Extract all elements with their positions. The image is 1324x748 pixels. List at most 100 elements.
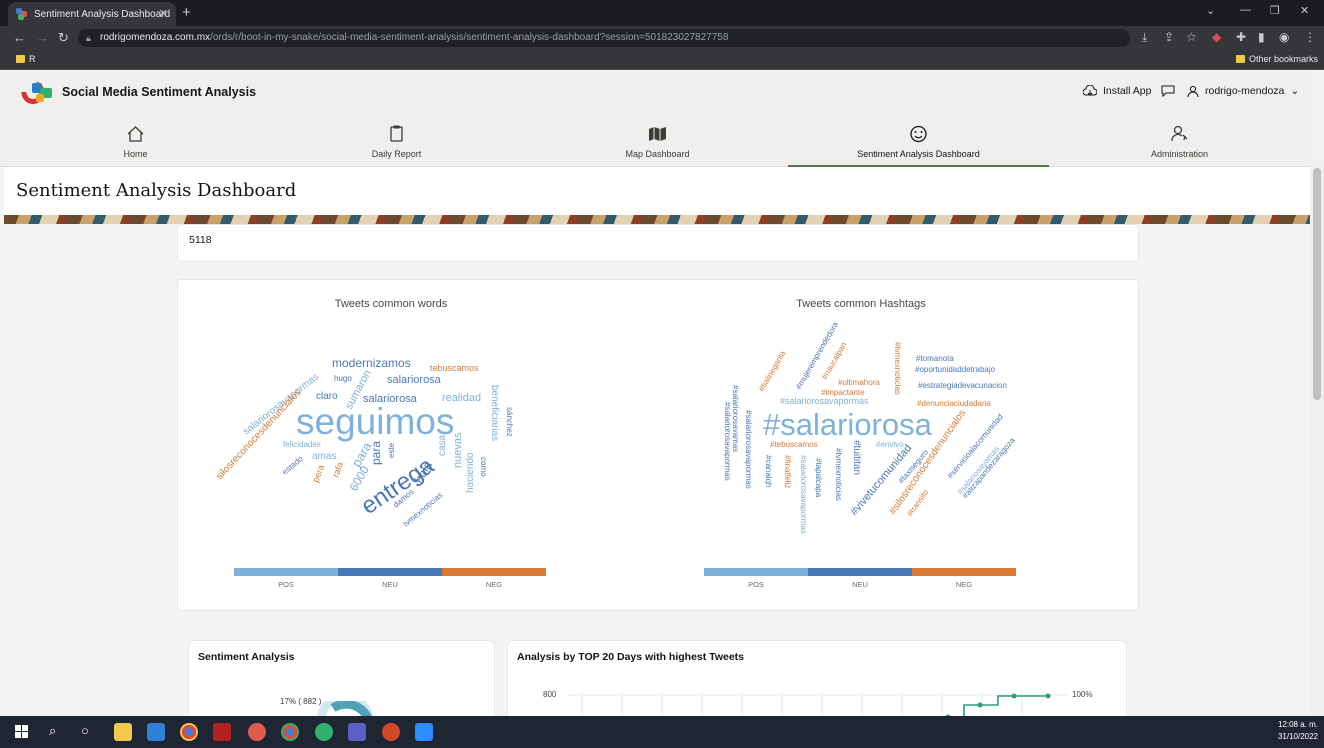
data-point (977, 702, 983, 708)
cloud-word: #tvmexnoticias (893, 342, 902, 395)
y-axis-tick: 800 (543, 690, 557, 699)
cloud-word: haciendo (465, 452, 476, 493)
chrome-profile-icon[interactable] (248, 723, 266, 741)
mail-icon[interactable] (147, 723, 165, 741)
url-field[interactable]: 🔒︎ rodrigomendoza.com.mx/ords/r/boot-in-… (78, 29, 1130, 47)
nav-item-daily-report[interactable]: Daily Report (266, 111, 527, 167)
chrome-icon[interactable] (281, 723, 299, 741)
cloud-word: #salariorosa (763, 407, 933, 442)
chevron-down-icon: ⌄ (1290, 85, 1300, 97)
install-app-button[interactable]: Install App (1083, 85, 1151, 97)
cloud-word: modernizamos (332, 356, 411, 370)
search-icon[interactable]: ⌕ (49, 723, 56, 739)
user-menu-button[interactable]: rodrigo-mendoza ⌄ (1187, 85, 1299, 97)
nav-item-home[interactable]: Home (5, 111, 266, 167)
sidepanel-icon[interactable]: ▮ (1258, 30, 1265, 44)
browser-tab-title: Sentiment Analysis Dashboard (34, 8, 171, 20)
whatsapp-icon[interactable] (315, 723, 333, 741)
extension-icon[interactable]: ◆ (1212, 30, 1221, 44)
file-explorer-icon[interactable] (114, 723, 132, 741)
words-cloud-title: Tweets common words (334, 298, 448, 310)
legend-pos-label: POS (748, 580, 764, 589)
bookmark-star-icon[interactable]: ☆ (1186, 30, 1197, 44)
close-tab-icon[interactable]: ✕ (159, 7, 168, 20)
cloud-word: este (387, 442, 396, 458)
tweets-count-card: 5118 (177, 224, 1139, 262)
legend-neg-swatch (442, 568, 546, 576)
profile-avatar-icon[interactable]: ◉ (1279, 30, 1289, 44)
puzzle-icon[interactable]: ✚ (1236, 30, 1246, 44)
cloud-word: pera (310, 463, 326, 483)
forward-icon[interactable]: → (36, 30, 49, 45)
data-point (1011, 693, 1017, 699)
nav-item-sentiment-dashboard[interactable]: Sentiment Analysis Dashboard (788, 111, 1049, 167)
minimize-icon[interactable]: — (1240, 4, 1251, 16)
browser-tab[interactable]: Sentiment Analysis Dashboard ✕ (8, 2, 176, 26)
user-gear-icon (1171, 125, 1188, 142)
chat-icon[interactable] (1161, 85, 1175, 97)
reload-icon[interactable]: ↻ (58, 30, 69, 46)
main-navigation: Home Daily Report Map Dashboard Sentimen… (0, 111, 1312, 167)
cloud-word: #salariorosavapormas (723, 402, 732, 481)
cloud-word: #denunciaciudadana (917, 399, 991, 408)
restore-icon[interactable]: ❐ (1270, 4, 1280, 17)
chevron-down-icon[interactable]: ⌄ (1206, 4, 1215, 17)
lock-icon: 🔒︎ (86, 33, 91, 43)
other-bookmarks-label: Other bookmarks (1249, 54, 1319, 64)
cloud-word: nuevas (452, 432, 464, 468)
user-icon (1187, 85, 1199, 97)
app-header: Social Media Sentiment Analysis Install … (0, 71, 1312, 111)
legend-pos-label: POS (278, 580, 294, 589)
cloud-word: #canalqh (764, 455, 773, 487)
chrome-icon[interactable] (180, 723, 198, 741)
zoom-icon[interactable] (415, 723, 433, 741)
cloud-word: sánchez (505, 407, 514, 437)
data-point (1045, 693, 1051, 699)
top20-days-title: Analysis by TOP 20 Days with highest Twe… (517, 651, 744, 663)
cloud-word: #oportunidaddetrabajo (915, 365, 996, 374)
nav-item-map-dashboard[interactable]: Map Dashboard (527, 111, 788, 167)
cloud-word: #ultimahora (838, 378, 880, 387)
cloud-word: amas (312, 451, 336, 462)
legend-neu-label: NEU (852, 580, 868, 589)
nav-label: Map Dashboard (625, 149, 690, 159)
word-clouds-card: Tweets common words Tweets common Hashta… (177, 279, 1139, 611)
user-name: rodrigo-mendoza (1205, 85, 1285, 97)
back-icon[interactable]: ← (13, 30, 26, 45)
bookmark-folder-label: R (29, 54, 36, 64)
cloud-word: casa (437, 434, 448, 456)
cloud-download-icon (1083, 85, 1097, 96)
hashtags-legend-labels: POS NEU NEG (704, 580, 1016, 589)
cloud-word: realidad (442, 392, 481, 404)
cloud-word: claro (316, 391, 338, 402)
url-host: rodrigomendoza.com.mx (100, 32, 211, 43)
window-close-icon[interactable]: ✕ (1300, 4, 1309, 17)
words-legend-labels: POS NEU NEG (234, 580, 546, 589)
scrollbar-thumb[interactable] (1313, 168, 1321, 400)
new-tab-icon[interactable]: + (182, 4, 191, 21)
bookmark-folder-r[interactable]: R (16, 54, 36, 64)
other-bookmarks[interactable]: Other bookmarks (1236, 54, 1318, 64)
task-view-icon[interactable]: ○ (81, 723, 89, 738)
app-icon[interactable] (213, 723, 231, 741)
cloud-word: #estrategiadevacunacion (918, 381, 1007, 390)
nav-label: Home (123, 149, 148, 159)
cloud-word: #finalfeliz (783, 455, 792, 488)
windows-start-icon[interactable] (15, 725, 28, 738)
system-clock[interactable]: 12:08 a. m. 31/10/2022 (1278, 719, 1318, 743)
nav-item-administration[interactable]: Administration (1049, 111, 1310, 167)
teams-icon[interactable] (348, 723, 366, 741)
legend-neu-swatch (338, 568, 442, 576)
menu-kebab-icon[interactable]: ⋮ (1304, 30, 1316, 44)
nav-label: Daily Report (371, 149, 422, 159)
app-logo-icon[interactable] (16, 79, 56, 105)
cloud-word: #tuititan (851, 440, 862, 475)
cloud-word: rafa (330, 461, 345, 479)
powerpoint-icon[interactable] (382, 723, 400, 741)
os-taskbar: ⌕ ○ 12:08 a. m. 31/10/2022 (0, 716, 1324, 748)
cloud-word: #tialinegarita (757, 349, 788, 393)
app-title[interactable]: Social Media Sentiment Analysis (62, 85, 256, 99)
install-icon[interactable]: ⤓ (1142, 30, 1147, 45)
share-icon[interactable]: ⇪ (1164, 30, 1174, 44)
page-scrollbar[interactable] (1310, 160, 1324, 716)
